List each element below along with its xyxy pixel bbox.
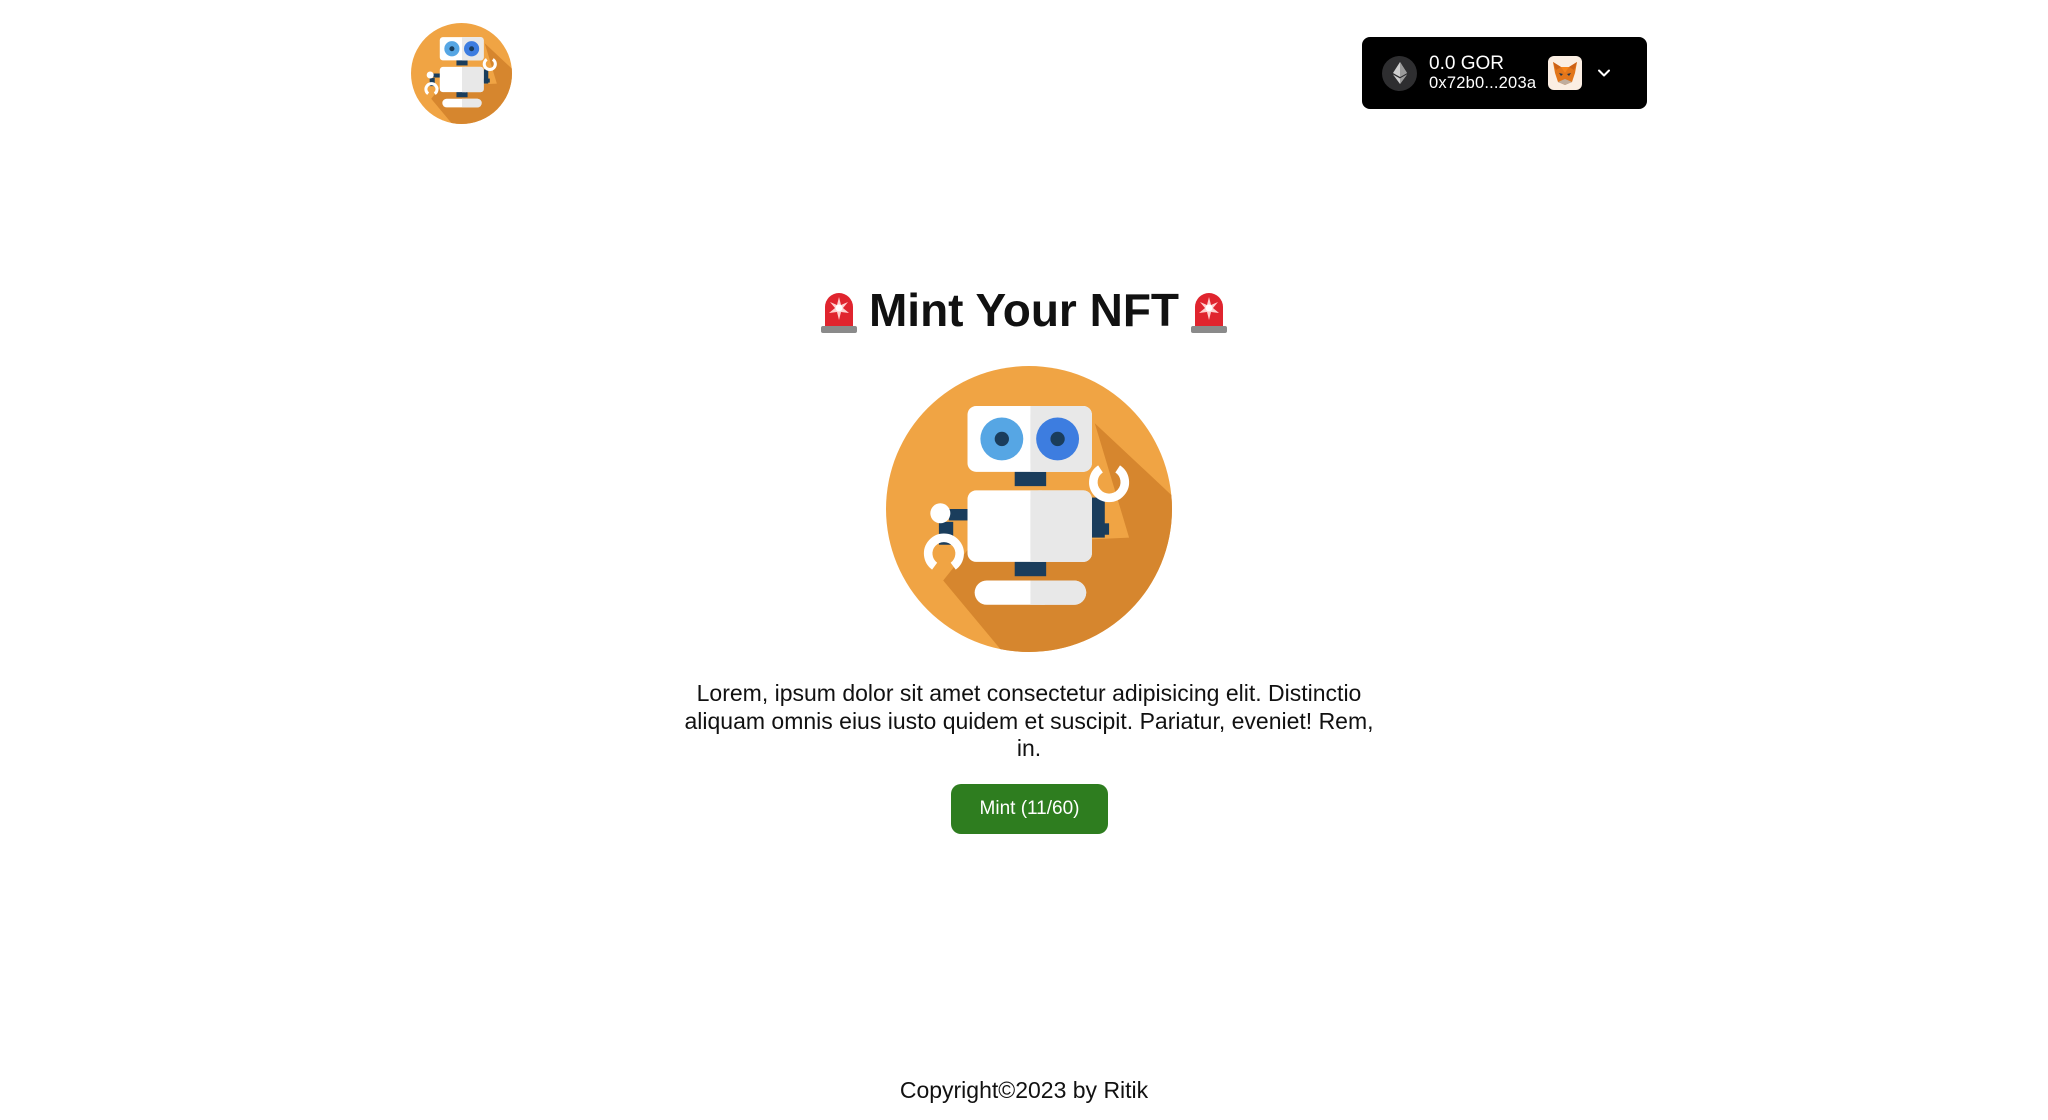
page-title: Mint Your NFT	[0, 276, 2048, 340]
page: 0.0 GOR 0x72b0...203a Mint Your NFT Lore…	[0, 0, 2048, 1120]
wallet-connect-button[interactable]: 0.0 GOR 0x72b0...203a	[1362, 37, 1647, 109]
ethereum-icon	[1382, 55, 1417, 91]
wallet-info: 0.0 GOR 0x72b0...203a	[1429, 53, 1536, 94]
robot-nft-image	[886, 366, 1172, 652]
title-text: Mint Your NFT	[868, 283, 1180, 336]
metamask-fox-icon	[1548, 56, 1583, 90]
wallet-balance: 0.0 GOR	[1429, 52, 1504, 74]
robot-logo-icon[interactable]	[411, 23, 512, 124]
wallet-address: 0x72b0...203a	[1429, 74, 1537, 93]
chevron-down-icon	[1596, 65, 1612, 81]
siren-icon	[819, 288, 859, 333]
siren-icon	[1189, 288, 1229, 333]
mint-button[interactable]: Mint (11/60)	[951, 784, 1108, 834]
footer-copyright: Copyright©2023 by Ritik	[899, 1077, 1149, 1103]
description-text: Lorem, ipsum dolor sit amet consectetur …	[684, 680, 1374, 761]
